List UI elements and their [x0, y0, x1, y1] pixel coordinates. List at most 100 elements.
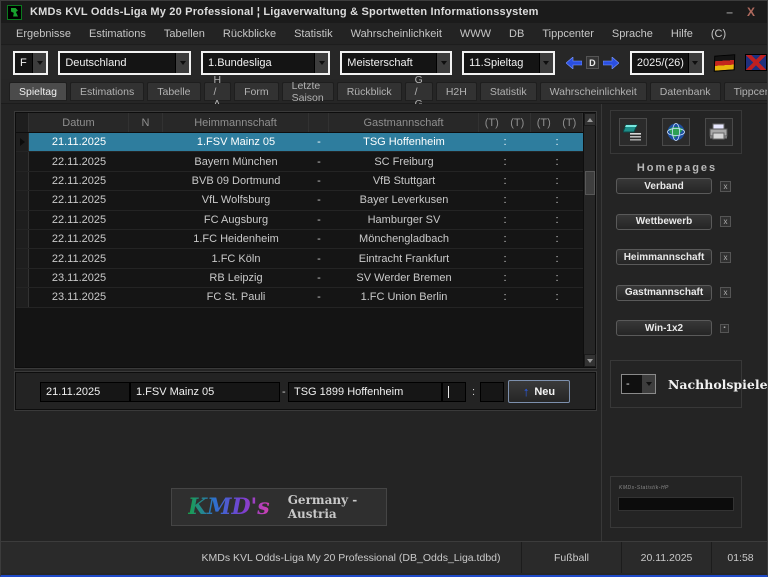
country-combobox[interactable]: Deutschland — [58, 51, 191, 75]
tab-h-a[interactable]: H / A — [204, 82, 232, 101]
menu-item-ergebnisse[interactable]: Ergebnisse — [7, 28, 80, 40]
header-home[interactable]: Heimmannschaft — [163, 113, 309, 132]
tab-h2h[interactable]: H2H — [436, 82, 477, 101]
chevron-down-icon[interactable] — [436, 53, 450, 73]
close-button[interactable]: X — [747, 5, 755, 19]
next-arrow-icon[interactable] — [602, 55, 620, 71]
homepage-checkbox-win-1x2[interactable]: ▪ — [720, 324, 729, 333]
menu-item-c[interactable]: (C) — [702, 28, 735, 40]
homepage-button-verband[interactable]: Verband — [616, 178, 712, 194]
row-selector[interactable] — [16, 269, 29, 287]
scroll-up-icon[interactable] — [584, 113, 596, 126]
tab-letzte-saison[interactable]: Letzte Saison — [282, 82, 334, 101]
homepage-checkbox-wettbewerb[interactable]: x — [720, 216, 731, 227]
menu-item-estimations[interactable]: Estimations — [80, 28, 155, 40]
cell-home-team: 1.FSV Mainz 05 — [163, 133, 309, 151]
row-selector[interactable] — [16, 288, 29, 306]
scroll-down-icon[interactable] — [584, 354, 596, 367]
table-row[interactable]: 22.11.2025VfL Wolfsburg-Bayer Leverkusen… — [16, 191, 595, 210]
table-row[interactable]: 22.11.2025BVB 09 Dortmund-VfB Stuttgart:… — [16, 172, 595, 191]
scrollbar-thumb[interactable] — [585, 171, 595, 195]
matchday-value: 11.Spieltag — [464, 57, 539, 69]
tab-r-ckblick[interactable]: Rückblick — [337, 82, 402, 101]
day-button[interactable]: D — [586, 56, 599, 69]
table-row[interactable]: 22.11.20251.FC Köln-Eintracht Frankfurt:… — [16, 249, 595, 268]
row-selector[interactable] — [16, 211, 29, 229]
chevron-down-icon[interactable] — [642, 375, 655, 393]
header-t1[interactable]: (T) — [479, 117, 505, 129]
new-button[interactable]: ↑ Neu — [508, 380, 570, 403]
status-time: 01:58 — [711, 542, 768, 573]
homepage-button-wettbewerb[interactable]: Wettbewerb — [616, 214, 712, 230]
league-combobox[interactable]: 1.Bundesliga — [201, 51, 330, 75]
header-n[interactable]: N — [129, 113, 163, 132]
export-book-icon[interactable] — [619, 118, 647, 146]
menu-item-hilfe[interactable]: Hilfe — [662, 28, 702, 40]
competition-combobox[interactable]: Meisterschaft — [340, 51, 452, 75]
filter-combobox[interactable]: F — [13, 51, 48, 75]
header-t2[interactable]: (T) — [505, 117, 531, 129]
chevron-down-icon[interactable] — [175, 53, 189, 73]
window-title: KMDs KVL Odds-Liga My 20 Professional ¦ … — [30, 6, 539, 18]
table-row[interactable]: 22.11.2025FC Augsburg-Hamburger SV:: — [16, 211, 595, 230]
homepage-button-win-1x2[interactable]: Win-1x2 — [616, 320, 712, 336]
editor-date-field[interactable]: 21.11.2025 — [40, 382, 130, 402]
matchday-combobox[interactable]: 11.Spieltag — [462, 51, 555, 75]
menu-item-sprache[interactable]: Sprache — [603, 28, 662, 40]
row-selector[interactable] — [16, 152, 29, 170]
row-selector[interactable] — [16, 133, 29, 151]
tab-tippcenter[interactable]: Tippcenter — [724, 82, 768, 101]
menu-item-statistik[interactable]: Statistik — [285, 28, 342, 40]
homepage-checkbox-verband[interactable]: x — [720, 181, 731, 192]
nachholspiele-combobox[interactable]: - — [621, 374, 656, 394]
table-row[interactable]: 22.11.20251.FC Heidenheim-Mönchengladbac… — [16, 230, 595, 249]
header-datum[interactable]: Datum — [29, 113, 129, 132]
table-row[interactable]: 23.11.2025RB Leipzig-SV Werder Bremen:: — [16, 269, 595, 288]
chevron-down-icon[interactable] — [314, 53, 328, 73]
menu-item-tabellen[interactable]: Tabellen — [155, 28, 214, 40]
header-guest[interactable]: Gastmannschaft — [329, 113, 479, 132]
tab-form[interactable]: Form — [234, 82, 279, 101]
menu-item-tippcenter[interactable]: Tippcenter — [533, 28, 603, 40]
vertical-scrollbar[interactable] — [583, 113, 595, 367]
tab-statistik[interactable]: Statistik — [480, 82, 537, 101]
editor-guest-field[interactable]: TSG 1899 Hoffenheim — [288, 382, 442, 402]
globe-icon[interactable] — [662, 118, 690, 146]
homepage-button-heimmannschaft[interactable]: Heimmannschaft — [616, 249, 712, 265]
menu-item-r-ckblicke[interactable]: Rückblicke — [214, 28, 285, 40]
menu-item-wahrscheinlichkeit[interactable]: Wahrscheinlichkeit — [342, 28, 451, 40]
tab-datenbank[interactable]: Datenbank — [650, 82, 721, 101]
header-t4[interactable]: (T) — [557, 117, 583, 129]
homepage-checkbox-heimmannschaft[interactable]: x — [720, 252, 731, 263]
table-row[interactable]: 22.11.2025Bayern München-SC Freiburg:: — [16, 152, 595, 171]
cell-home-team: Bayern München — [163, 152, 309, 170]
tab-tabelle[interactable]: Tabelle — [147, 82, 200, 101]
table-row[interactable]: 23.11.2025FC St. Pauli-1.FC Union Berlin… — [16, 288, 595, 307]
season-combobox[interactable]: 2025/(26) — [630, 51, 704, 75]
table-row[interactable]: 21.11.20251.FSV Mainz 05-TSG Hoffenheim:… — [16, 133, 595, 152]
tab-spieltag[interactable]: Spieltag — [9, 82, 67, 101]
tab-estimations[interactable]: Estimations — [70, 82, 144, 101]
menu-bar: ErgebnisseEstimationsTabellenRückblickeS… — [1, 23, 767, 45]
header-t3[interactable]: (T) — [531, 117, 557, 129]
row-selector[interactable] — [16, 230, 29, 248]
homepage-checkbox-gastmannschaft[interactable]: x — [720, 287, 731, 298]
prev-arrow-icon[interactable] — [565, 55, 583, 71]
header-ft-group: (T) (T) — [531, 113, 583, 132]
row-selector[interactable] — [16, 249, 29, 267]
printer-icon[interactable] — [705, 118, 733, 146]
tab-wahrscheinlichkeit[interactable]: Wahrscheinlichkeit — [540, 82, 647, 101]
homepage-button-gastmannschaft[interactable]: Gastmannschaft — [616, 285, 712, 301]
chevron-down-icon[interactable] — [539, 53, 553, 73]
editor-score2-field[interactable] — [480, 382, 504, 402]
tab-g-g[interactable]: G / G — [405, 82, 433, 101]
editor-home-field[interactable]: 1.FSV Mainz 05 — [130, 382, 280, 402]
menu-item-www[interactable]: WWW — [451, 28, 500, 40]
chevron-down-icon[interactable] — [32, 53, 46, 73]
minimize-button[interactable]: – — [726, 5, 733, 19]
row-selector[interactable] — [16, 191, 29, 209]
editor-score1-field[interactable] — [442, 382, 466, 402]
menu-item-db[interactable]: DB — [500, 28, 533, 40]
chevron-down-icon[interactable] — [688, 53, 702, 73]
row-selector[interactable] — [16, 172, 29, 190]
